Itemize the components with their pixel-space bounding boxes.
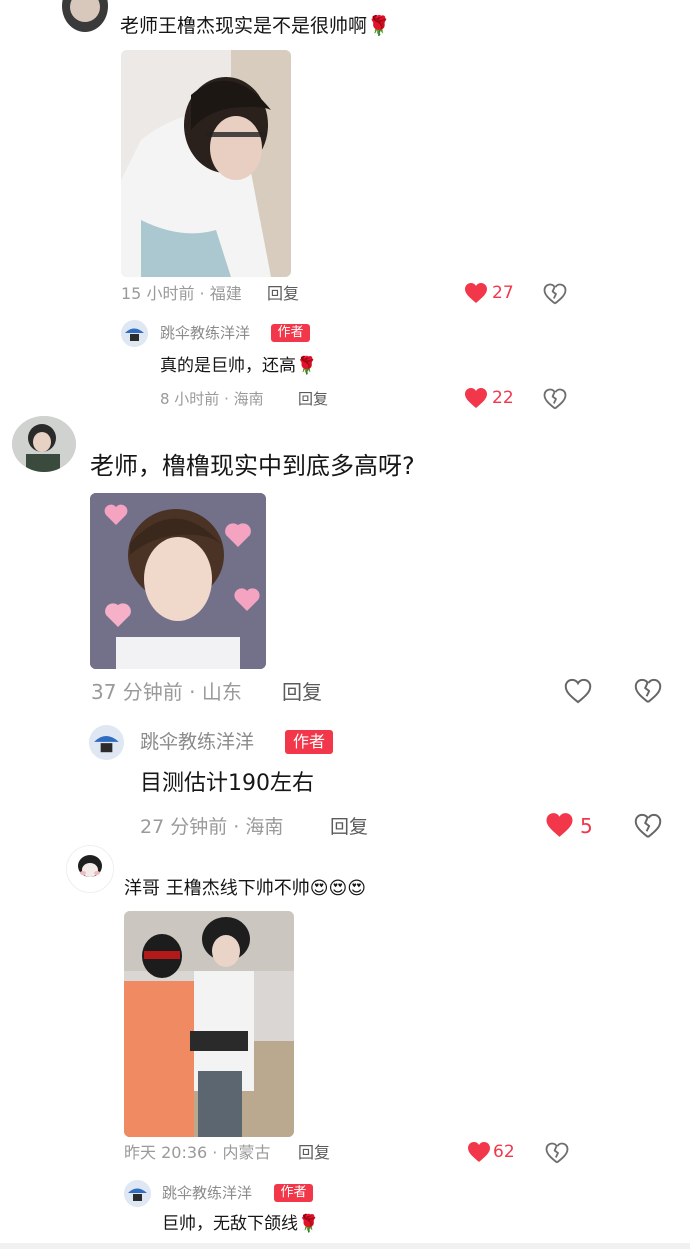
reply-meta: 8 小时前 · 海南 bbox=[160, 390, 264, 408]
comment-text: 老师，橹橹现实中到底多高呀? bbox=[90, 452, 415, 480]
like-count: 5 bbox=[580, 814, 593, 838]
broken-heart-icon[interactable] bbox=[634, 813, 662, 839]
comment-image[interactable] bbox=[124, 911, 294, 1137]
like-count: 22 bbox=[492, 388, 514, 408]
broken-heart-icon[interactable] bbox=[545, 1142, 569, 1164]
comment-meta: 昨天 20:36 · 内蒙古 bbox=[124, 1143, 271, 1162]
reply-text: 真的是巨帅，还高🌹 bbox=[160, 356, 318, 376]
reply-text: 巨帅，无敌下颌线🌹 bbox=[162, 1214, 320, 1234]
heart-icon[interactable] bbox=[564, 678, 592, 704]
user-avatar[interactable] bbox=[66, 845, 114, 893]
comment-text: 老师王橹杰现实是不是很帅啊🌹 bbox=[120, 15, 391, 37]
author-name[interactable]: 跳伞教练洋洋 bbox=[140, 729, 254, 755]
author-badge: 作者 bbox=[271, 324, 310, 342]
heart-icon bbox=[545, 812, 574, 838]
like-button[interactable]: 22 bbox=[464, 387, 524, 411]
comment-image[interactable] bbox=[121, 50, 291, 277]
comment-image[interactable] bbox=[90, 493, 266, 669]
broken-heart-icon[interactable] bbox=[543, 283, 567, 305]
heart-icon bbox=[464, 387, 488, 409]
author-badge: 作者 bbox=[285, 730, 333, 754]
reply-button[interactable]: 回复 bbox=[298, 389, 328, 409]
like-button[interactable]: 5 bbox=[545, 812, 605, 842]
reply-button[interactable]: 回复 bbox=[298, 1143, 330, 1163]
broken-heart-icon[interactable] bbox=[543, 388, 567, 410]
reply-button[interactable]: 回复 bbox=[267, 284, 299, 304]
heart-icon bbox=[464, 282, 488, 304]
user-avatar[interactable] bbox=[62, 0, 108, 32]
comment-meta: 15 小时前 · 福建 bbox=[121, 284, 242, 303]
author-name[interactable]: 跳伞教练洋洋 bbox=[160, 323, 250, 343]
heart-icon bbox=[467, 1141, 491, 1163]
author-avatar[interactable] bbox=[89, 725, 124, 760]
author-name[interactable]: 跳伞教练洋洋 bbox=[162, 1183, 252, 1203]
comment-text: 洋哥 王橹杰线下帅不帅😍😍😍 bbox=[124, 878, 367, 899]
author-badge: 作者 bbox=[274, 1184, 313, 1202]
user-avatar[interactable] bbox=[12, 416, 76, 472]
reply-button[interactable]: 回复 bbox=[282, 679, 322, 705]
like-count: 62 bbox=[493, 1142, 515, 1162]
comment-meta: 37 分钟前 · 山东 bbox=[91, 680, 242, 704]
bottom-bar bbox=[0, 1243, 690, 1249]
like-count: 27 bbox=[492, 283, 514, 303]
reply-button[interactable]: 回复 bbox=[330, 814, 368, 840]
author-avatar[interactable] bbox=[124, 1180, 151, 1207]
like-button[interactable]: 62 bbox=[467, 1141, 527, 1165]
like-button[interactable]: 27 bbox=[464, 282, 524, 306]
reply-text: 目测估计190左右 bbox=[140, 771, 314, 796]
broken-heart-icon[interactable] bbox=[634, 678, 662, 704]
reply-meta: 27 分钟前 · 海南 bbox=[140, 816, 284, 838]
author-avatar[interactable] bbox=[121, 320, 148, 347]
